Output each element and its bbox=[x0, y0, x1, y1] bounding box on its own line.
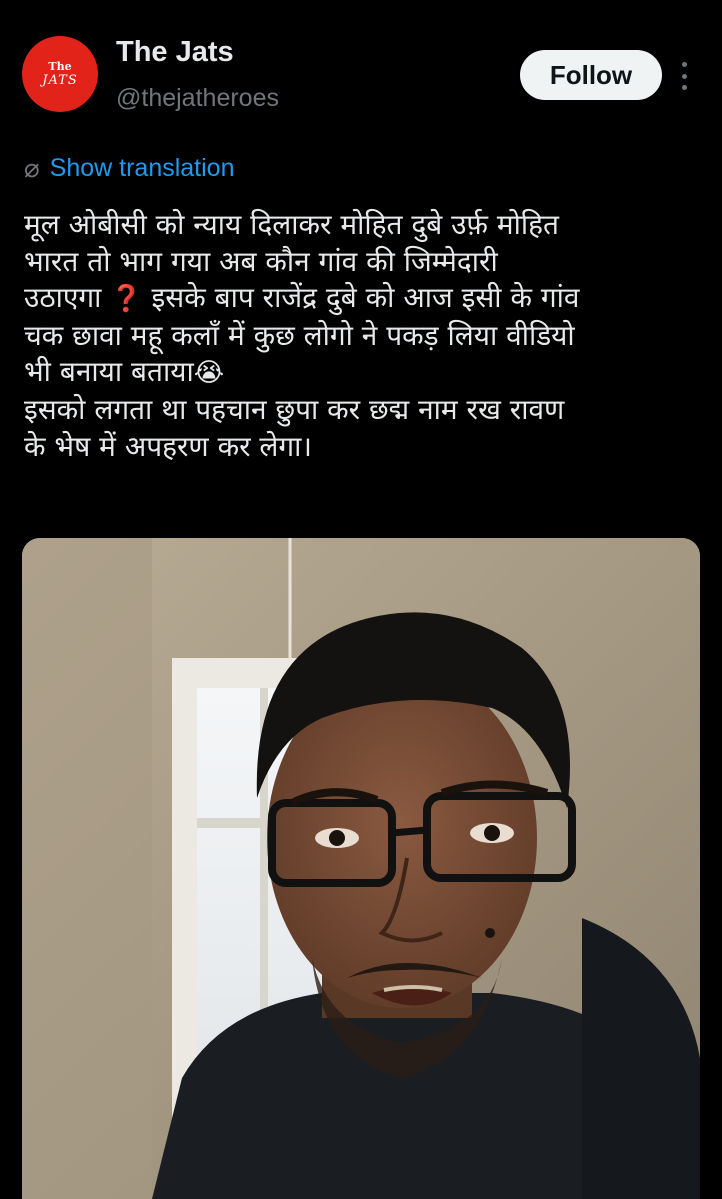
post-line: भारत तो भाग गया अब कौन गांव की जिम्मेदार… bbox=[24, 244, 498, 278]
dot bbox=[681, 73, 687, 79]
show-translation-label: Show translation bbox=[49, 153, 235, 182]
post-line: भी बनाया बताया bbox=[24, 355, 194, 389]
more-vertical-icon[interactable] bbox=[672, 58, 696, 94]
account-name[interactable]: The Jats bbox=[116, 36, 234, 69]
avatar-text-bottom: JATS bbox=[42, 73, 78, 88]
dot bbox=[681, 85, 687, 90]
avatar[interactable]: The JATS bbox=[22, 36, 98, 112]
question-mark-emoji: ❓ bbox=[110, 284, 143, 315]
video-thumbnail[interactable] bbox=[22, 538, 700, 1199]
post-line: उठाएगा bbox=[24, 281, 111, 315]
post-line: के भेष में अपहरण कर लेगा। bbox=[24, 429, 313, 463]
video-frame-illustration bbox=[22, 538, 700, 1199]
post-line: चक छावा महू कलाँ में कुछ लोगो ने पकड़ लि… bbox=[24, 318, 575, 352]
show-translation-link[interactable]: ⌀ Show translation bbox=[24, 150, 234, 186]
crying-face-emoji: 😭 bbox=[193, 358, 225, 389]
account-handle[interactable]: @thejatheroes bbox=[116, 84, 279, 113]
avatar-text-top: The bbox=[48, 60, 72, 73]
globe-icon: ⌀ bbox=[24, 152, 40, 183]
post-header: The JATS The Jats @thejatheroes Follow bbox=[0, 0, 722, 130]
follow-button[interactable]: Follow bbox=[520, 50, 662, 100]
dot bbox=[681, 62, 687, 67]
post-line: मूल ओबीसी को न्याय दिलाकर मोहित दुबे उर्… bbox=[24, 208, 559, 241]
post-line: इसको लगता था पहचान छुपा कर छद्म नाम रख र… bbox=[24, 392, 565, 426]
post-text: मूल ओबीसी को न्याय दिलाकर मोहित दुबे उर्… bbox=[24, 207, 700, 465]
post-line: इसके बाप राजेंद्र दुबे को आज इसी के गांव bbox=[142, 281, 580, 315]
